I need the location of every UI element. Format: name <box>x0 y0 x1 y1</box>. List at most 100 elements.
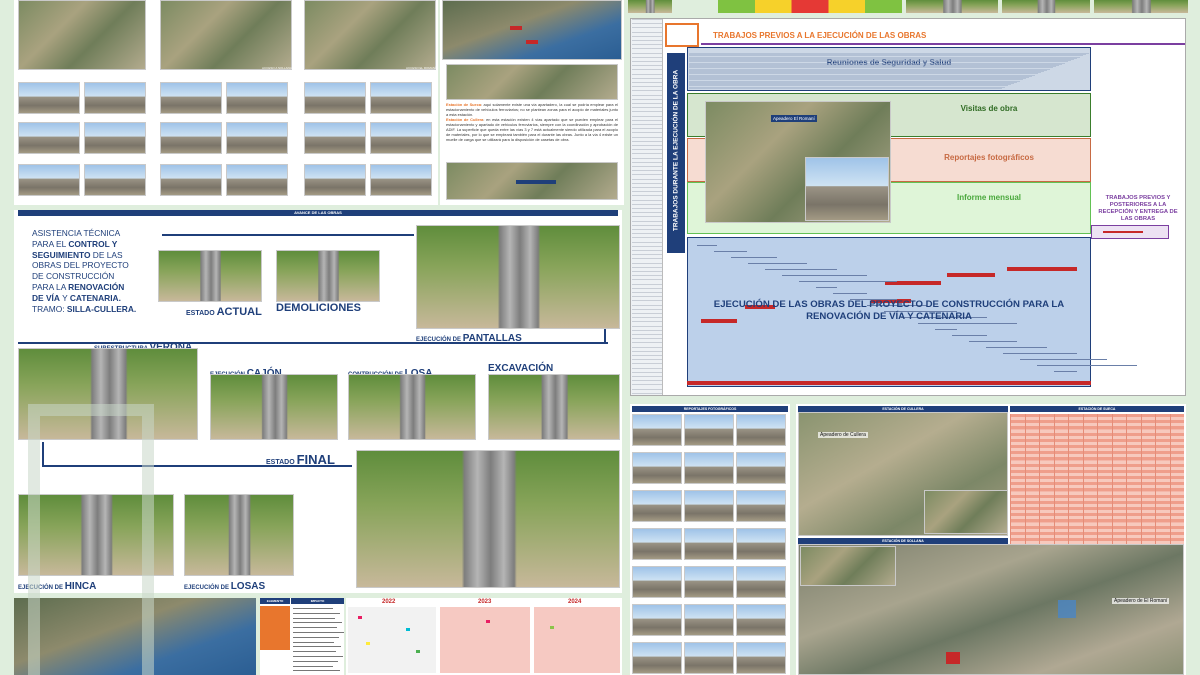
reportaje-photo <box>632 604 682 636</box>
sueca-table-col <box>1039 414 1040 564</box>
gantt-inset-caption: Apeadero El Romaní <box>771 115 817 122</box>
gantt-task-row <box>632 283 662 285</box>
sueca-title: ESTACIÓN DE SUECA <box>1010 406 1184 412</box>
gantt-task-bar <box>1054 371 1077 372</box>
sollana-red-marker <box>946 652 960 664</box>
gantt-task-row <box>632 145 662 146</box>
sketch-estado-actual <box>158 250 262 302</box>
gantt-task-row <box>632 140 662 142</box>
calendar-highlight <box>406 628 410 631</box>
calendar-year-2023: 2023 <box>478 599 492 605</box>
reportaje-photo <box>684 528 734 560</box>
sueca-table-col <box>1169 414 1171 564</box>
calendar-year-2024: 2024 <box>568 599 582 605</box>
gantt-task-row <box>632 178 662 180</box>
gantt-task-row <box>632 23 662 25</box>
reportaje-photo <box>736 414 786 446</box>
sketch-losas <box>184 494 294 576</box>
sueca-table-col <box>1024 414 1026 564</box>
caption-acceso-romani: ACCESO EL ROMANÍ <box>406 66 436 70</box>
gantt-task-row <box>632 128 662 130</box>
gantt-task-row <box>632 287 662 289</box>
road-photo <box>304 164 366 196</box>
gantt-task-row <box>632 195 662 197</box>
calendar-year-2022: 2022 <box>382 599 396 605</box>
road-photo <box>160 164 222 196</box>
road-photo <box>304 82 366 114</box>
sketch-pantallas <box>416 225 620 329</box>
top-strip-photo-3 <box>1002 0 1090 13</box>
gantt-task-row <box>632 115 662 117</box>
gantt-task-row <box>632 220 662 222</box>
gantt-task-row <box>632 191 662 193</box>
impact-text-line <box>293 617 335 619</box>
reportaje-photo <box>684 642 734 674</box>
top-strip-photo-1 <box>628 0 672 13</box>
calendar-panel: 2022 2023 2024 <box>346 598 622 675</box>
gantt-task-bar <box>1020 359 1107 360</box>
gantt-task-row <box>632 90 662 92</box>
gantt-task-row <box>632 82 662 83</box>
gantt-task-row <box>632 388 662 390</box>
gantt-task-row <box>632 124 662 125</box>
impact-text-line <box>293 636 339 638</box>
gantt-task-row <box>632 19 662 20</box>
gantt-task-row <box>632 279 662 281</box>
calendar-block-2024 <box>534 607 620 673</box>
impact-header-impacto: IMPACTO <box>291 598 344 604</box>
label-estado-actual: ESTADO ACTUAL <box>186 306 262 318</box>
station-description: Estación de Sueca: aquí solamente existe… <box>446 102 619 142</box>
gantt-task-row <box>632 182 662 184</box>
gantt-task-row <box>632 77 662 79</box>
road-photo <box>370 82 432 114</box>
gantt-footer-bar <box>687 381 1091 385</box>
gantt-task-bar <box>952 335 987 336</box>
sueca-table-col <box>1097 414 1098 564</box>
reportaje-photo <box>632 566 682 598</box>
gantt-task-row <box>632 199 662 201</box>
gantt-grid-line <box>689 87 1002 89</box>
gantt-task-row <box>632 338 662 340</box>
reportaje-photo <box>736 490 786 522</box>
watermark-bracket <box>28 404 154 675</box>
reportaje-photo <box>632 414 682 446</box>
gantt-task-row <box>632 40 662 41</box>
gantt-task-row <box>632 27 662 29</box>
gantt-task-row <box>632 86 662 88</box>
impact-text-line <box>293 646 341 648</box>
calendar-highlight <box>550 626 554 629</box>
impact-text-line <box>293 608 333 609</box>
gantt-panel: TRABAJOS PREVIOS A LA EJECUCIÓN DE LAS O… <box>630 18 1186 396</box>
road-photo <box>370 122 432 154</box>
gantt-task-row <box>632 166 662 167</box>
gantt-task-row <box>632 119 662 121</box>
reportaje-panel: REPORTAJES FOTOGRÁFICOS <box>630 404 790 675</box>
sollana-inset <box>800 546 896 586</box>
avance-title-bar: AVANCE DE LAS OBRAS <box>18 210 618 216</box>
label-excavacion: EXCAVACIÓN <box>488 363 554 374</box>
gantt-task-row <box>632 233 662 235</box>
sketch-excavacion <box>488 374 620 440</box>
gantt-task-row <box>632 376 662 377</box>
impact-header-elemento: ELEMENTO <box>260 598 290 604</box>
station-panel: Estación de Sueca: aquí solamente existe… <box>440 0 624 205</box>
gantt-task-row <box>632 313 662 314</box>
label-pantallas: EJECUCIÓN DE PANTALLAS <box>416 333 522 344</box>
gantt-task-row <box>632 304 662 306</box>
reportaje-photo <box>736 452 786 484</box>
gantt-task-row <box>632 241 662 243</box>
road-photo <box>18 122 80 154</box>
gantt-task-bar <box>969 341 1017 342</box>
gantt-task-row <box>632 363 662 365</box>
sueca-table-col <box>1111 414 1113 564</box>
impact-text-line <box>293 665 333 667</box>
sketch-final <box>356 450 620 588</box>
intro-text: ASISTENCIA TÉCNICA PARA EL CONTROL Y SEG… <box>32 228 137 314</box>
reportaje-photo <box>632 528 682 560</box>
gantt-task-row <box>632 48 662 50</box>
reportaje-photo <box>632 642 682 674</box>
gantt-task-row <box>632 153 662 155</box>
sueca-table-col <box>1140 414 1142 564</box>
reportaje-photo <box>684 414 734 446</box>
road-photo <box>84 164 146 196</box>
